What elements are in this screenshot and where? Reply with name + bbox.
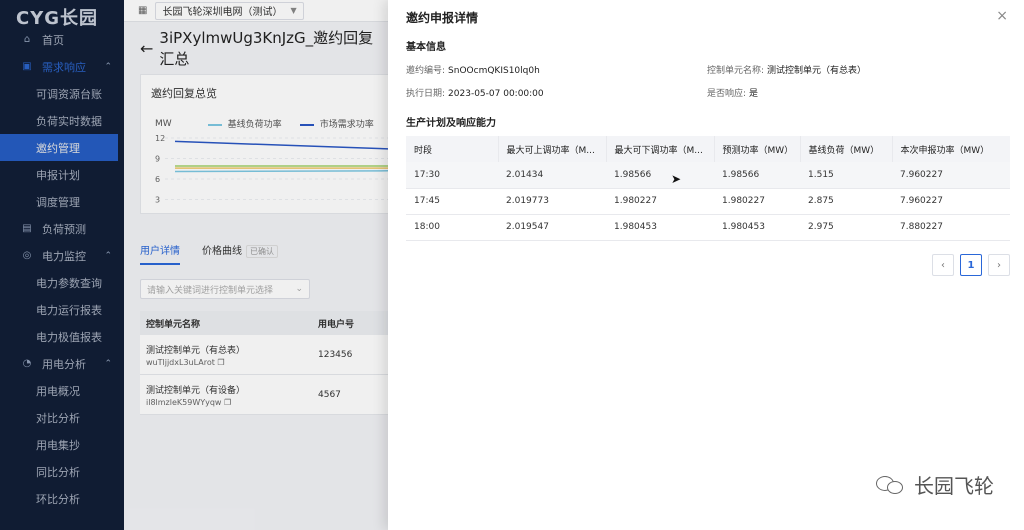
column-header: 本次申报功率（MW）	[892, 136, 1010, 162]
table-cell: 7.960227	[892, 162, 1010, 189]
table-cell: 1.980227	[606, 188, 714, 215]
table-cell: 1.980227	[714, 188, 800, 215]
field-label: 控制单元名称:	[707, 66, 765, 76]
table-row[interactable]: 18:00 2.019547 1.980453 1.980453 2.975 7…	[406, 214, 1010, 241]
pagination: ‹ 1 ›	[926, 254, 1010, 276]
column-header: 基线负荷（MW）	[800, 136, 893, 162]
field-value: 测试控制单元（有总表）	[767, 66, 867, 76]
table-cell: 17:30	[406, 162, 498, 189]
wechat-icon	[876, 474, 906, 496]
column-header: 预测功率（MW）	[714, 136, 801, 162]
section-title-plan: 生产计划及响应能力	[406, 118, 496, 129]
field-respond: 是否响应: 是	[707, 86, 758, 99]
table-cell: 2.975	[800, 214, 892, 241]
table-row[interactable]: 17:30 2.01434 1.98566 1.98566 1.515 7.96…	[406, 162, 1010, 189]
field-exec-date: 执行日期: 2023-05-07 00:00:00	[406, 86, 544, 99]
detail-drawer: 邀约申报详情 × 基本信息 邀约编号: SnOOcmQKIS10lq0h 控制单元…	[388, 0, 1024, 530]
table-cell: 2.875	[800, 188, 892, 215]
overlay-mask-sidebar[interactable]	[0, 0, 124, 530]
close-icon[interactable]: ×	[996, 8, 1008, 24]
column-header: 最大可下调功率（M...	[606, 136, 715, 162]
table-cell: 2.019547	[498, 214, 606, 241]
watermark: 长园飞轮	[876, 470, 994, 499]
column-header: 最大可上调功率（M...	[498, 136, 607, 162]
table-cell: 1.515	[800, 162, 892, 189]
table-cell: 18:00	[406, 214, 498, 241]
table-cell: 1.980453	[714, 214, 800, 241]
table-cell: 7.960227	[892, 188, 1010, 215]
plan-table: 时段 最大可上调功率（M... 最大可下调功率（M... 预测功率（MW） 基线…	[406, 136, 1010, 241]
table-cell: 17:45	[406, 188, 498, 215]
watermark-text: 长园飞轮	[914, 474, 994, 498]
section-title-basic: 基本信息	[406, 42, 446, 53]
field-value: 是	[749, 89, 759, 99]
page-number-button[interactable]: 1	[960, 254, 982, 276]
table-cell: 7.880227	[892, 214, 1010, 241]
field-value: SnOOcmQKIS10lq0h	[448, 66, 540, 76]
next-page-button[interactable]: ›	[988, 254, 1010, 276]
plan-table-header: 时段 最大可上调功率（M... 最大可下调功率（M... 预测功率（MW） 基线…	[406, 136, 1010, 162]
overlay-mask[interactable]	[124, 0, 388, 530]
field-invite-no: 邀约编号: SnOOcmQKIS10lq0h	[406, 63, 540, 76]
table-cell: 2.019773	[498, 188, 606, 215]
table-cell: 1.98566	[714, 162, 800, 189]
mouse-cursor-icon: ➤	[671, 172, 682, 186]
field-label: 执行日期:	[406, 89, 446, 99]
table-row[interactable]: 17:45 2.019773 1.980227 1.980227 2.875 7…	[406, 188, 1010, 215]
table-cell: 2.01434	[498, 162, 606, 189]
field-unit-name: 控制单元名称: 测试控制单元（有总表）	[707, 63, 866, 76]
field-value: 2023-05-07 00:00:00	[448, 89, 544, 99]
table-cell: 1.98566	[606, 162, 714, 189]
table-cell: 1.980453	[606, 214, 714, 241]
column-header: 时段	[406, 136, 499, 162]
field-label: 是否响应:	[707, 89, 747, 99]
drawer-title: 邀约申报详情	[406, 11, 479, 25]
prev-page-button[interactable]: ‹	[932, 254, 954, 276]
field-label: 邀约编号:	[406, 66, 446, 76]
